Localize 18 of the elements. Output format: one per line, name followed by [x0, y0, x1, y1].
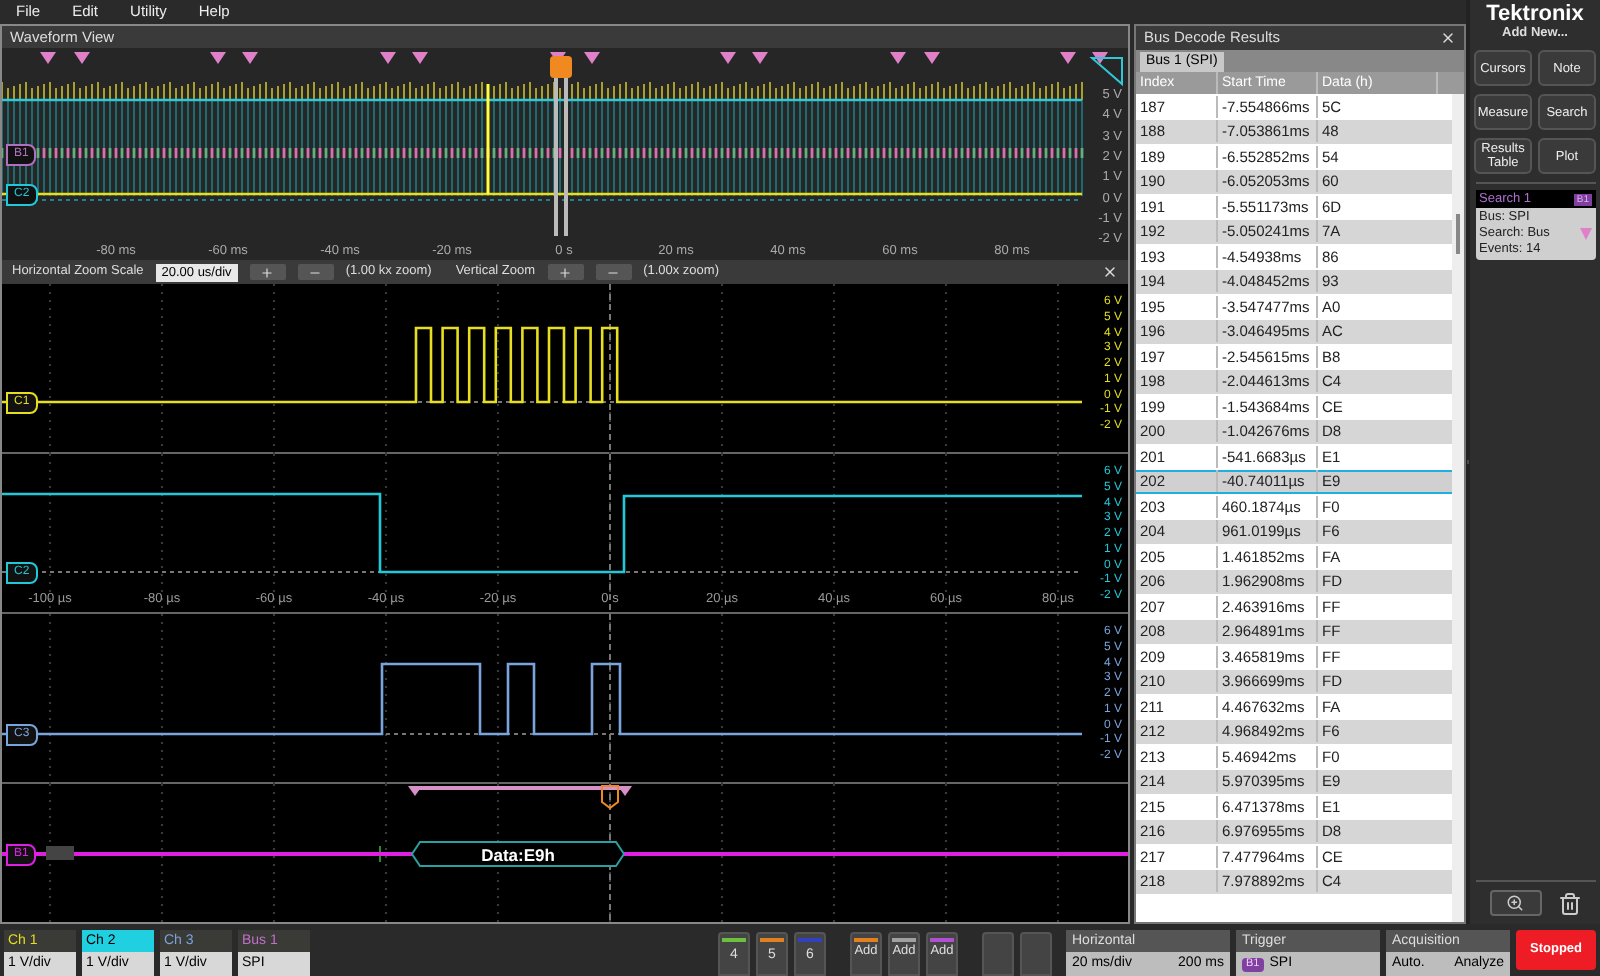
zoom-area-button[interactable]	[1489, 890, 1541, 916]
zoom-in-button[interactable]	[547, 264, 584, 280]
trash-icon[interactable]	[1557, 891, 1581, 915]
zoom-out-button[interactable]	[595, 264, 632, 280]
scrollbar-thumb[interactable]	[1456, 214, 1460, 254]
zoom-icon	[1506, 894, 1524, 912]
zoom-out-button[interactable]	[297, 264, 334, 280]
trigger-marker-icon	[601, 785, 619, 810]
zoom-marker-icon[interactable]	[1089, 57, 1123, 87]
search-mark-icon	[1579, 228, 1591, 240]
close-icon[interactable]	[1440, 30, 1456, 46]
trigger-position-marker[interactable]	[550, 56, 572, 236]
close-icon[interactable]	[1102, 264, 1118, 280]
brand-logo: Tektronix	[1486, 2, 1584, 26]
zoom-in-button[interactable]	[249, 264, 286, 280]
data-packet[interactable]: Data:E9h	[410, 841, 626, 867]
plus-icon	[260, 265, 275, 279]
plus-icon	[558, 265, 573, 279]
